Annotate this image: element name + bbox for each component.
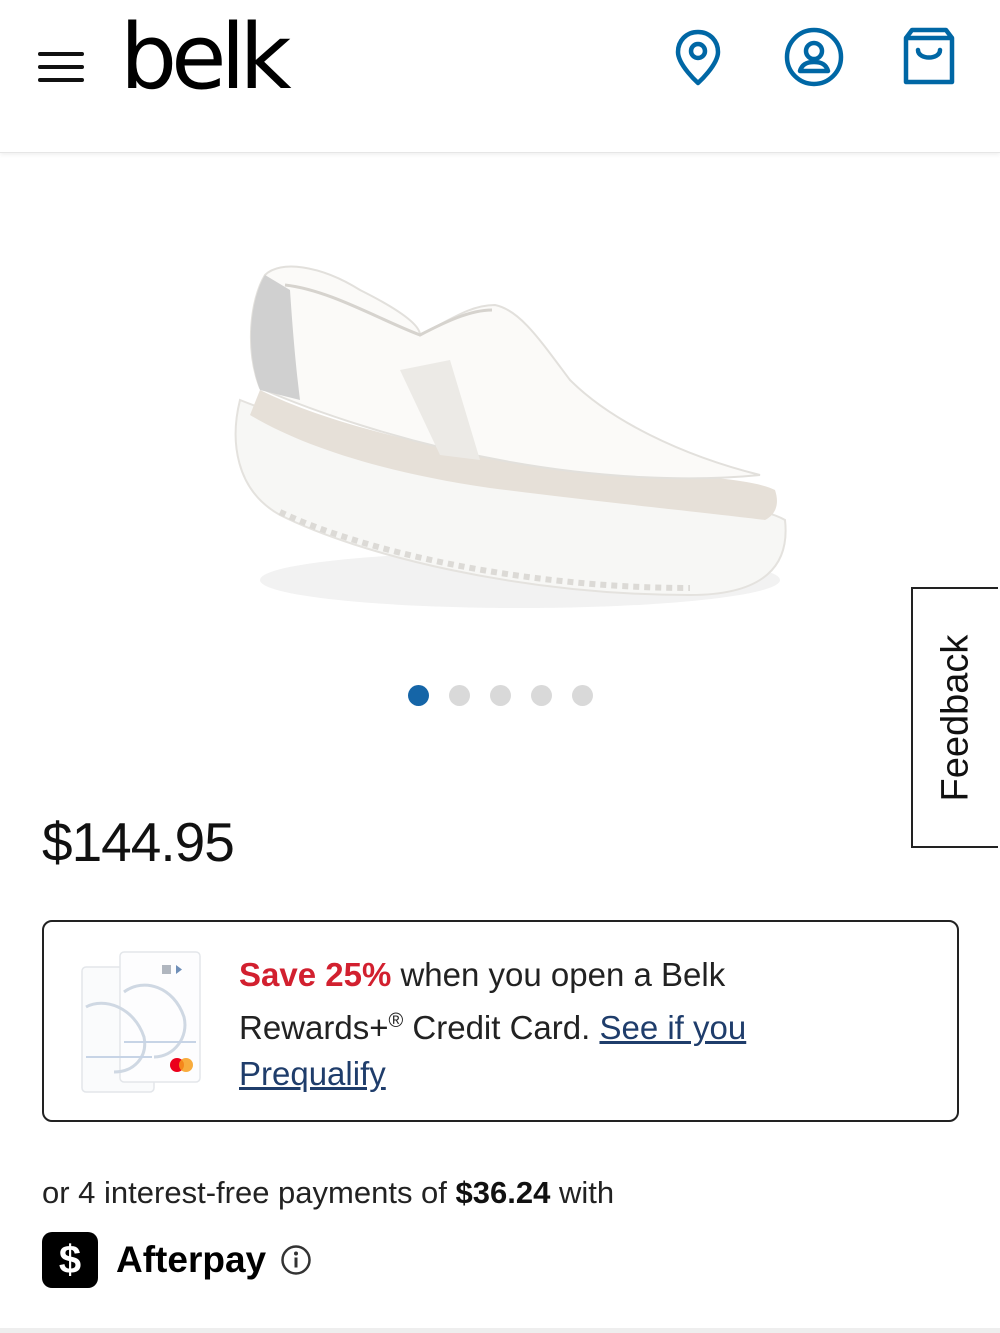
feedback-tab[interactable]: Feedback xyxy=(911,587,998,848)
afterpay-name: Afterpay xyxy=(116,1239,267,1280)
belk-logo[interactable]: belk xyxy=(120,8,292,108)
account-icon[interactable] xyxy=(783,26,845,88)
carousel-dot[interactable] xyxy=(449,685,470,706)
info-icon[interactable] xyxy=(280,1244,312,1276)
carousel-dot[interactable] xyxy=(490,685,511,706)
menu-icon[interactable] xyxy=(38,52,86,86)
product-image[interactable] xyxy=(220,250,800,620)
site-header: belk xyxy=(0,0,1000,153)
afterpay-row: $ Afterpay xyxy=(42,1232,312,1288)
carousel-dot[interactable] xyxy=(531,685,552,706)
carousel-dots xyxy=(408,685,593,706)
carousel-dot[interactable] xyxy=(572,685,593,706)
installment-amount: $36.24 xyxy=(455,1175,551,1210)
registered-mark: ® xyxy=(388,1010,404,1032)
feedback-label: Feedback xyxy=(934,634,976,801)
carousel-dot[interactable] xyxy=(408,685,429,706)
installments-suffix: with xyxy=(550,1175,615,1210)
location-pin-icon[interactable] xyxy=(667,26,729,88)
credit-card-promo: Save 25% when you open a Belk Rewards+® … xyxy=(42,920,959,1122)
section-divider xyxy=(0,1328,1000,1333)
promo-highlight: Save 25% xyxy=(239,956,392,993)
credit-card-image xyxy=(74,947,209,1097)
afterpay-logo-icon: $ xyxy=(42,1232,98,1288)
promo-text-part2: Credit Card. xyxy=(403,1009,600,1046)
installments-prefix: or 4 interest-free payments of xyxy=(42,1175,456,1210)
promo-text: Save 25% when you open a Belk Rewards+® … xyxy=(239,952,859,1097)
afterpay-installments: or 4 interest-free payments of $36.24 wi… xyxy=(42,1175,614,1211)
product-price: $144.95 xyxy=(42,811,235,873)
shopping-bag-icon[interactable] xyxy=(898,26,960,88)
